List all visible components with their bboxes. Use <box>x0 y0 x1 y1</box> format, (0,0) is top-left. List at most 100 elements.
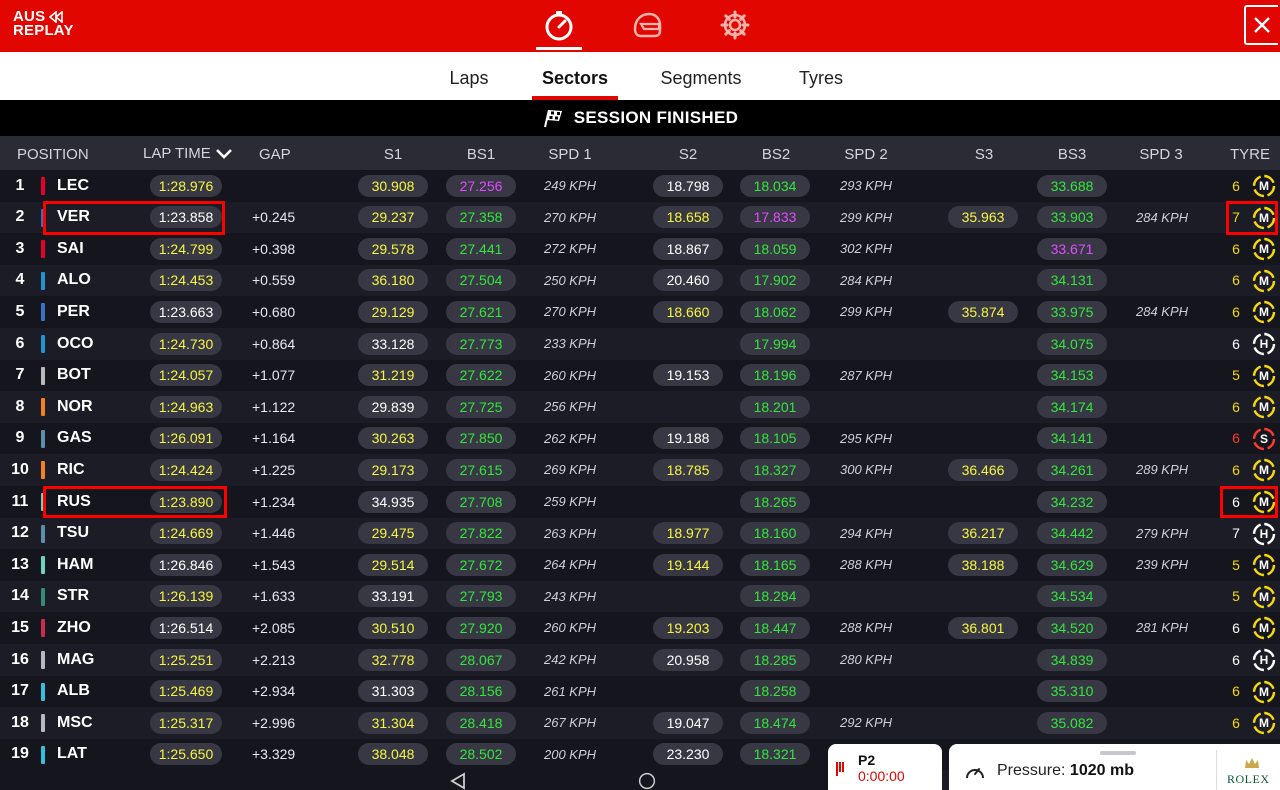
tyre-compound-icon: M <box>1252 616 1276 640</box>
col-bs1[interactable]: BS1 <box>467 136 495 172</box>
tyre-compound-icon: H <box>1252 648 1276 672</box>
col-s3[interactable]: S3 <box>975 136 993 172</box>
tyre-compound-icon: H <box>1252 332 1276 356</box>
s2-cell: 18.867 <box>653 233 723 264</box>
gap-cell: +0.245 <box>252 209 296 226</box>
table-row[interactable]: 8 NOR 1:24.963 +1.122 29.839 27.725 256 KPH 18.… <box>0 391 1280 423</box>
bs2-value: 18.160 <box>740 522 810 545</box>
brand-logo[interactable]: AUS REPLAY <box>13 9 74 38</box>
bs1-cell: 27.615 <box>446 454 516 485</box>
table-row[interactable]: 18 MSC 1:25.317 +2.996 31.304 28.418 267 KPH 19… <box>0 707 1280 739</box>
s2-cell: 18.798 <box>653 170 723 201</box>
bs1-cell: 28.418 <box>446 707 516 738</box>
system-nav-bar <box>0 770 830 790</box>
tyre-letter: M <box>1259 622 1269 636</box>
table-row[interactable]: 14 STR 1:26.139 +1.633 33.191 27.793 243 KPH 18… <box>0 580 1280 613</box>
pos-cell: 7 <box>15 366 25 384</box>
bs3-cell: 35.082 <box>1037 707 1107 738</box>
s1-value: 29.475 <box>358 522 428 545</box>
bs3-cell: 34.131 <box>1037 265 1107 296</box>
drag-handle[interactable] <box>1100 751 1136 755</box>
table-row[interactable]: 4 ALO 1:24.453 +0.559 36.180 27.504 250 KPH 20.… <box>0 264 1280 297</box>
col-gap[interactable]: GAP <box>259 136 291 172</box>
s1-cell: 38.048 <box>358 739 428 770</box>
tab-laps[interactable]: Laps <box>440 52 498 100</box>
helmet-icon[interactable] <box>629 7 665 43</box>
gear-icon[interactable] <box>717 7 753 43</box>
chevron-down-icon <box>215 149 232 159</box>
col-s2[interactable]: S2 <box>679 136 697 172</box>
tyre-compound-icon: M <box>1252 300 1276 324</box>
close-button[interactable] <box>1244 5 1278 45</box>
col-spd1[interactable]: SPD 1 <box>548 136 591 172</box>
table-row[interactable]: 3 SAI 1:24.799 +0.398 29.578 27.441 272 KPH 18.… <box>0 233 1280 265</box>
table-row[interactable]: 7 BOT 1:24.057 +1.077 31.219 27.622 260 KPH 19.… <box>0 359 1280 392</box>
col-bs2[interactable]: BS2 <box>762 136 790 172</box>
bs3-value: 34.141 <box>1037 427 1107 450</box>
col-bs3[interactable]: BS3 <box>1058 136 1086 172</box>
col-spd2[interactable]: SPD 2 <box>844 136 887 172</box>
bs3-cell: 33.903 <box>1037 202 1107 233</box>
spd1-cell: 264 KPH <box>544 557 597 573</box>
code-cell: MAG <box>57 650 95 668</box>
session-banner: SESSION FINISHED <box>0 100 1280 136</box>
tab-segments[interactable]: Segments <box>652 52 750 100</box>
home-nav-icon[interactable] <box>636 772 658 790</box>
s1-cell: 32.778 <box>358 644 428 675</box>
tyre-letter: M <box>1259 464 1269 478</box>
s2-cell: 19.203 <box>653 612 723 643</box>
table-row[interactable]: 5 PER 1:23.663 +0.680 29.129 27.621 270 KPH 18.… <box>0 296 1280 328</box>
close-icon <box>1254 17 1270 33</box>
tab-sectors[interactable]: Sectors <box>532 52 618 100</box>
table-row[interactable]: 10 RIC 1:24.424 +1.225 29.173 27.615 269 KPH 18… <box>0 454 1280 486</box>
table-row[interactable]: 16 MAG 1:25.251 +2.213 32.778 28.067 242 KPH 20… <box>0 644 1280 676</box>
pos-cell: 18 <box>11 713 29 731</box>
lap-time-value: 1:24.669 <box>150 522 222 545</box>
tab-tyres[interactable]: Tyres <box>790 52 852 100</box>
spd2-cell: 300 KPH <box>840 462 893 478</box>
bs1-value: 27.708 <box>446 490 516 513</box>
table-row[interactable]: 1 LEC 1:28.976 30.908 27.256 249 KPH 18.798 18.… <box>0 170 1280 202</box>
tyre-letter: M <box>1259 274 1269 288</box>
lap-time-cell: 1:23.890 <box>150 486 222 517</box>
bs1-cell: 27.725 <box>446 391 516 422</box>
col-s1[interactable]: S1 <box>384 136 402 172</box>
col-lap-time[interactable]: LAP TIME <box>143 136 233 172</box>
team-color-bar <box>41 556 45 575</box>
chequered-flag-icon <box>543 109 562 128</box>
col-spd3[interactable]: SPD 3 <box>1139 136 1182 172</box>
col-tyre[interactable]: TYRE <box>1230 136 1270 172</box>
team-color-bar <box>41 682 45 701</box>
tyrelaps-cell: 6 <box>1232 714 1240 731</box>
table-row[interactable]: 15 ZHO 1:26.514 +2.085 30.510 27.920 260 KPH 19… <box>0 612 1280 644</box>
table-row[interactable]: 2 VER 1:23.858 +0.245 29.237 27.358 270 KPH 18.… <box>0 201 1280 234</box>
session-status-text: SESSION FINISHED <box>573 108 739 127</box>
s2-value: 18.977 <box>653 522 723 545</box>
spd2-cell: 295 KPH <box>840 430 893 446</box>
tyre-letter: M <box>1259 716 1269 730</box>
tyre-letter: H <box>1260 527 1269 541</box>
table-row[interactable]: 9 GAS 1:26.091 +1.164 30.263 27.850 262 KPH 19.… <box>0 422 1280 455</box>
lap-time-cell: 1:26.139 <box>150 581 222 612</box>
s2-value: 19.188 <box>653 427 723 450</box>
s1-cell: 30.263 <box>358 423 428 454</box>
bs3-cell: 33.671 <box>1037 233 1107 264</box>
table-row[interactable]: 13 HAM 1:26.846 +1.543 29.514 27.672 264 KPH 19… <box>0 549 1280 581</box>
s2-value: 18.658 <box>653 206 723 229</box>
table-row[interactable]: 6 OCO 1:24.730 +0.864 33.128 27.773 233 KPH 17.… <box>0 328 1280 360</box>
tyre-compound-icon: M <box>1252 711 1276 735</box>
gap-cell: +1.164 <box>252 430 296 447</box>
app-root: AUS REPLAY Laps Sectors Segments Tyres S… <box>0 0 1280 790</box>
table-row[interactable]: 12 TSU 1:24.669 +1.446 29.475 27.822 263 KPH 18… <box>0 517 1280 550</box>
lap-time-value: 1:24.799 <box>150 237 222 260</box>
code-cell: PER <box>57 302 90 320</box>
tyre-letter: M <box>1259 211 1269 225</box>
back-nav-icon[interactable] <box>448 772 468 790</box>
table-row[interactable]: 11 RUS 1:23.890 +1.234 34.935 27.708 259 KPH 18… <box>0 486 1280 518</box>
bs1-value: 27.622 <box>446 364 516 387</box>
col-position[interactable]: POSITION <box>17 136 89 172</box>
table-row[interactable]: 17 ALB 1:25.469 +2.934 31.303 28.156 261 KPH 18… <box>0 675 1280 708</box>
lap-time-cell: 1:24.799 <box>150 233 222 264</box>
spd2-cell: 299 KPH <box>840 209 893 225</box>
stopwatch-icon[interactable] <box>541 7 577 43</box>
